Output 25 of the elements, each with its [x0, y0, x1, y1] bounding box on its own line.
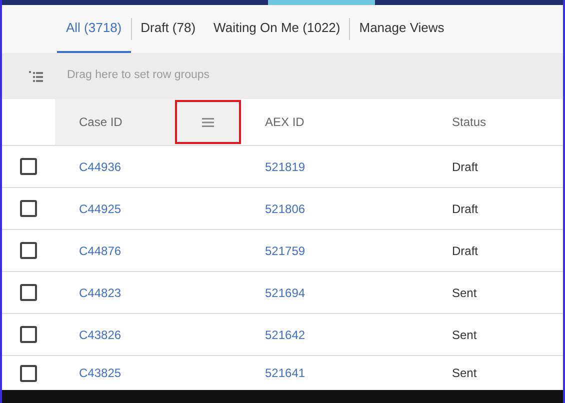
id-link[interactable]: C44925: [79, 200, 122, 218]
id-link[interactable]: C44823: [79, 284, 122, 302]
id-link[interactable]: 521642: [265, 326, 306, 344]
id-link[interactable]: 521819: [265, 158, 306, 176]
column-header[interactable]: Case ID: [79, 113, 122, 131]
tab[interactable]: Waiting On Me (1022): [204, 5, 350, 53]
id-link[interactable]: 521759: [265, 242, 306, 260]
tab[interactable]: Manage Views: [350, 5, 454, 53]
id-link[interactable]: 521641: [265, 364, 306, 382]
status-text: Draft: [452, 158, 478, 176]
tab[interactable]: Draft (78): [132, 5, 205, 53]
status-text: Draft: [452, 242, 478, 260]
id-link[interactable]: C43826: [79, 326, 122, 344]
id-link[interactable]: C43825: [79, 364, 122, 382]
status-text: Sent: [452, 365, 477, 382]
id-link[interactable]: C44876: [79, 242, 122, 260]
id-link[interactable]: 521694: [265, 284, 306, 302]
column-header[interactable]: Status: [452, 113, 486, 131]
column-header[interactable]: AEX ID: [265, 113, 304, 131]
group-drop-hint: Drag here to set row groups: [67, 68, 210, 84]
id-link[interactable]: 521806: [265, 200, 306, 218]
status-text: Draft: [452, 200, 478, 218]
status-text: Sent: [452, 326, 477, 344]
status-text: Sent: [452, 284, 477, 302]
id-link[interactable]: C44936: [79, 158, 122, 176]
